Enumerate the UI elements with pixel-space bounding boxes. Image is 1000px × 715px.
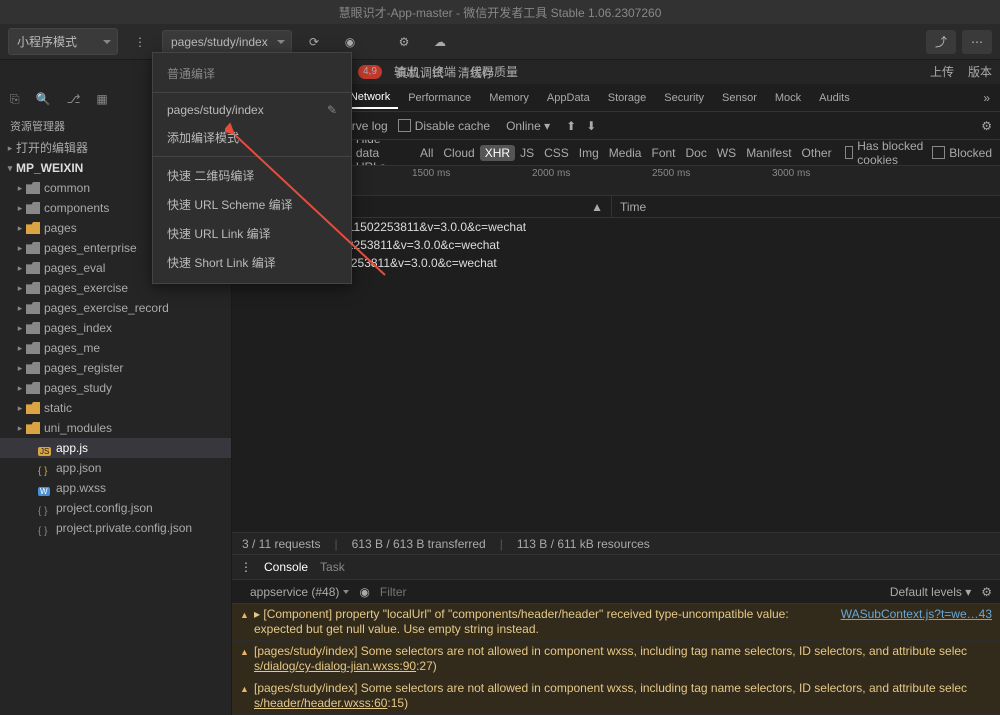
dd-short[interactable]: 快速 Short Link 编译: [153, 248, 351, 277]
devtab-audits[interactable]: Audits: [811, 88, 858, 108]
cloud-icon[interactable]: ☁: [426, 30, 454, 54]
filter-js[interactable]: JS: [515, 145, 539, 161]
disable-cache-checkbox[interactable]: Disable cache: [398, 119, 490, 133]
page-select[interactable]: pages/study/index: [162, 30, 292, 54]
dd-scheme[interactable]: 快速 URL Scheme 编译: [153, 190, 351, 219]
eye-icon[interactable]: ◉: [359, 585, 369, 599]
tree-item[interactable]: ▸pages_study: [0, 378, 231, 398]
context-select[interactable]: appservice (#48): [250, 585, 349, 599]
tree-item[interactable]: ▸static: [0, 398, 231, 418]
dd-title: 普通编译: [153, 59, 351, 88]
dd-link[interactable]: 快速 URL Link 编译: [153, 219, 351, 248]
dd-qr[interactable]: 快速 二维码编译: [153, 161, 351, 190]
sub-terminal[interactable]: 终端: [432, 63, 456, 80]
tree-item[interactable]: app.wxss: [0, 478, 231, 498]
tree-item[interactable]: project.config.json: [0, 498, 231, 518]
console-settings-icon[interactable]: ⚙: [981, 585, 992, 599]
sub-output[interactable]: 输出: [394, 63, 418, 80]
devtab-mock[interactable]: Mock: [767, 88, 809, 108]
tree-item[interactable]: ▸pages_index: [0, 318, 231, 338]
devtab-storage[interactable]: Storage: [600, 88, 655, 108]
sub-quality[interactable]: 代码质量: [470, 63, 518, 80]
filter-cloud[interactable]: Cloud: [438, 145, 479, 161]
console-filter-input[interactable]: [380, 585, 540, 599]
tree-item[interactable]: project.private.config.json: [0, 518, 231, 538]
filter-manifest[interactable]: Manifest: [741, 145, 796, 161]
more-button[interactable]: ⋯: [962, 30, 992, 54]
console-row[interactable]: ▸ [Component] property "localUrl" of "co…: [232, 604, 1000, 641]
console-body: ▸ [Component] property "localUrl" of "co…: [232, 604, 1000, 715]
ext-icon[interactable]: ▦: [96, 92, 107, 106]
console-menu-icon[interactable]: ⋮: [240, 560, 252, 574]
main-toolbar: 小程序模式 ⋮ pages/study/index ⟳ ◉ ⚙ ☁ ⤴ ⋯: [0, 24, 1000, 60]
branch-icon[interactable]: ⎇: [67, 92, 81, 106]
console-row[interactable]: [pages/study/index] Some selectors are n…: [232, 678, 1000, 715]
filter-doc[interactable]: Doc: [681, 145, 712, 161]
col-time[interactable]: Time: [612, 196, 1000, 217]
tree-item[interactable]: ▸uni_modules: [0, 418, 231, 438]
filter-xhr[interactable]: XHR: [480, 145, 515, 161]
error-badge[interactable]: 4,9: [358, 65, 382, 79]
upload-icon[interactable]: ⬆: [566, 119, 576, 133]
console-row[interactable]: [pages/study/index] Some selectors are n…: [232, 641, 1000, 678]
devtab-memory[interactable]: Memory: [481, 88, 537, 108]
tab-console[interactable]: Console: [264, 560, 308, 574]
blocked-cookies-checkbox[interactable]: Has blocked cookies: [845, 140, 925, 166]
tree-item[interactable]: ▸pages_me: [0, 338, 231, 358]
refresh-icon[interactable]: ⟳: [300, 30, 328, 54]
throttle-select[interactable]: Online ▾: [500, 117, 556, 135]
tree-item[interactable]: app.js: [0, 438, 231, 458]
filter-other[interactable]: Other: [797, 145, 837, 161]
sub-toolbar: 4,9 真机调试 清缓存 输出 终端 代码质量 上传 版本: [0, 60, 1000, 84]
filter-all[interactable]: All: [415, 145, 438, 161]
dd-add-mode[interactable]: 添加编译模式: [153, 123, 351, 152]
title-bar: 慧眼识才-App-master - 微信开发者工具 Stable 1.06.23…: [0, 0, 1000, 24]
tree-item[interactable]: ▸pages_exercise_record: [0, 298, 231, 318]
preview-icon[interactable]: ◉: [336, 30, 364, 54]
network-status-bar: 3 / 11 requests| 613 B / 613 B transferr…: [232, 532, 1000, 554]
filter-css[interactable]: CSS: [539, 145, 574, 161]
filter-font[interactable]: Font: [646, 145, 680, 161]
tree-item[interactable]: app.json: [0, 458, 231, 478]
edit-icon[interactable]: ✎: [327, 103, 337, 117]
blocked-req-checkbox[interactable]: Blocked: [932, 146, 992, 160]
filter-media[interactable]: Media: [604, 145, 647, 161]
search-icon[interactable]: 🔍: [36, 92, 51, 106]
console-tabs: ⋮ Console Task: [232, 554, 1000, 580]
settings-icon[interactable]: ⚙: [981, 119, 992, 133]
dd-page[interactable]: pages/study/index✎: [153, 97, 351, 123]
divider: ⋮: [126, 30, 154, 54]
tab-task[interactable]: Task: [320, 560, 345, 574]
tree-item[interactable]: ▸pages_register: [0, 358, 231, 378]
devtab-security[interactable]: Security: [656, 88, 712, 108]
console-toolbar: appservice (#48) ◉ Default levels ▾ ⚙: [232, 580, 1000, 604]
file-icon[interactable]: ⎘: [10, 92, 20, 107]
bug-icon[interactable]: ⚙: [390, 30, 418, 54]
upload-button[interactable]: ⤴: [926, 30, 956, 54]
levels-select[interactable]: Default levels ▾: [890, 585, 971, 599]
devtab-sensor[interactable]: Sensor: [714, 88, 765, 108]
devtab-performance[interactable]: Performance: [400, 88, 479, 108]
filter-img[interactable]: Img: [574, 145, 604, 161]
filter-ws[interactable]: WS: [712, 145, 741, 161]
hide-data-urls-checkbox[interactable]: Hide data URLs: [343, 140, 407, 166]
sort-icon[interactable]: ▲: [591, 200, 603, 214]
mode-select[interactable]: 小程序模式: [8, 28, 118, 55]
devtabs-more[interactable]: »: [979, 91, 994, 105]
download-icon[interactable]: ⬇: [586, 119, 596, 133]
compile-mode-dropdown: 普通编译 pages/study/index✎ 添加编译模式 快速 二维码编译 …: [152, 52, 352, 284]
devtab-appdata[interactable]: AppData: [539, 88, 598, 108]
